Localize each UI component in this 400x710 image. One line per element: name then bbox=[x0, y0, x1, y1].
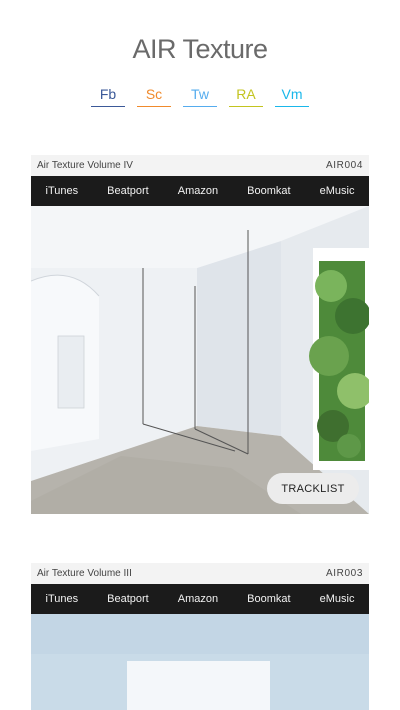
soundcloud-link[interactable]: Sc bbox=[137, 86, 171, 107]
album-cover-image bbox=[31, 614, 369, 710]
facebook-link[interactable]: Fb bbox=[91, 86, 125, 107]
twitter-link[interactable]: Tw bbox=[183, 86, 217, 107]
release-name: Air Texture Volume III bbox=[37, 568, 132, 579]
release-card-air004: Air Texture Volume IV AIR004 iTunes Beat… bbox=[31, 155, 369, 514]
store-link-beatport[interactable]: Beatport bbox=[107, 185, 149, 197]
resident-advisor-link[interactable]: RA bbox=[229, 86, 263, 107]
store-link-emusic[interactable]: eMusic bbox=[320, 593, 355, 605]
release-header: Air Texture Volume III AIR003 bbox=[31, 563, 369, 584]
album-cover-image bbox=[31, 206, 369, 514]
store-nav: iTunes Beatport Amazon Boomkat eMusic bbox=[31, 584, 369, 614]
store-link-beatport[interactable]: Beatport bbox=[107, 593, 149, 605]
store-link-amazon[interactable]: Amazon bbox=[178, 185, 218, 197]
store-link-itunes[interactable]: iTunes bbox=[46, 593, 79, 605]
store-link-emusic[interactable]: eMusic bbox=[320, 185, 355, 197]
store-link-boomkat[interactable]: Boomkat bbox=[247, 593, 290, 605]
store-link-boomkat[interactable]: Boomkat bbox=[247, 185, 290, 197]
catalog-number: AIR004 bbox=[326, 160, 363, 171]
social-links: Fb Sc Tw RA Vm bbox=[0, 86, 400, 107]
store-nav: iTunes Beatport Amazon Boomkat eMusic bbox=[31, 176, 369, 206]
catalog-number: AIR003 bbox=[326, 568, 363, 579]
vimeo-link[interactable]: Vm bbox=[275, 86, 309, 107]
tracklist-button[interactable]: TRACKLIST bbox=[267, 473, 359, 504]
release-header: Air Texture Volume IV AIR004 bbox=[31, 155, 369, 176]
release-card-air003: Air Texture Volume III AIR003 iTunes Bea… bbox=[31, 563, 369, 710]
store-link-itunes[interactable]: iTunes bbox=[46, 185, 79, 197]
release-name: Air Texture Volume IV bbox=[37, 160, 133, 171]
album-cover[interactable] bbox=[31, 614, 369, 710]
album-cover[interactable]: TRACKLIST bbox=[31, 206, 369, 514]
store-link-amazon[interactable]: Amazon bbox=[178, 593, 218, 605]
site-title: AIR Texture bbox=[132, 34, 268, 64]
